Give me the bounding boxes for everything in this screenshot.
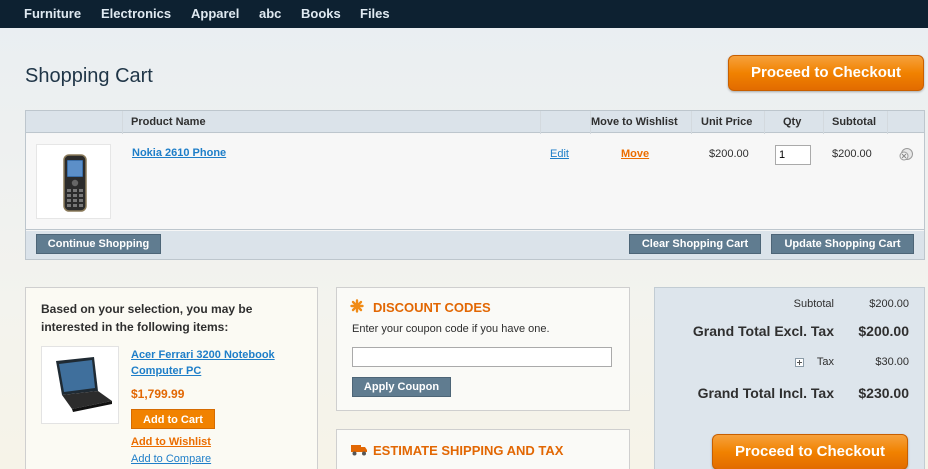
remove-item-icon[interactable] [898, 146, 914, 165]
grand-total-excl-tax-value: $200.00 [858, 323, 909, 339]
discount-codes-title: DISCOUNT CODES [373, 300, 491, 315]
estimate-shipping-box: ESTIMATE SHIPPING AND TAX [336, 429, 630, 469]
subtotal-label: Subtotal [793, 298, 834, 310]
nav-item-apparel[interactable]: Apparel [191, 6, 239, 21]
proceed-to-checkout-bottom-button[interactable]: Proceed to Checkout [712, 434, 908, 469]
nav-item-abc[interactable]: abc [259, 6, 281, 21]
cart-actions-bar: Continue Shopping Clear Shopping Cart Up… [26, 231, 924, 259]
move-to-wishlist-link[interactable]: Move [621, 148, 649, 160]
coupon-prompt: Enter your coupon code if you have one. [352, 323, 550, 335]
page-title: Shopping Cart [25, 65, 153, 87]
add-to-cart-button[interactable]: Add to Cart [131, 409, 215, 429]
crosssell-product-name[interactable]: Acer Ferrari 3200 Notebook Computer PC [131, 349, 275, 377]
qty-input[interactable] [775, 145, 811, 165]
unit-price: $200.00 [709, 148, 749, 160]
column-header-qty: Qty [783, 116, 802, 128]
crosssell-heading: Based on your selection, you may be inte… [41, 302, 253, 334]
item-subtotal: $200.00 [832, 148, 872, 160]
truck-icon [350, 443, 368, 460]
column-header-unit-price: Unit Price [701, 116, 753, 128]
column-header-subtotal: Subtotal [832, 116, 876, 128]
grand-total-excl-tax-label: Grand Total Excl. Tax [692, 323, 834, 339]
crosssell-product-image[interactable] [41, 346, 119, 424]
subtotal-value: $200.00 [869, 298, 909, 310]
crosssell-product-name-link[interactable]: Acer Ferrari 3200 Notebook Computer PC [131, 347, 301, 379]
edit-item-link[interactable]: Edit [550, 148, 569, 160]
add-to-wishlist-link[interactable]: Add to Wishlist [131, 436, 211, 448]
cart-table: Product Name Move to Wishlist Unit Price… [25, 110, 925, 260]
coupon-code-input[interactable] [352, 347, 612, 367]
tax-label: Tax [816, 356, 834, 368]
clear-shopping-cart-button[interactable]: Clear Shopping Cart [629, 234, 761, 254]
cart-item-row: Nokia 2610 Phone Edit Move $200.00 $200.… [26, 134, 924, 230]
update-shopping-cart-button[interactable]: Update Shopping Cart [771, 234, 914, 254]
product-thumbnail[interactable] [36, 144, 111, 219]
nav-item-furniture[interactable]: Furniture [24, 6, 81, 21]
crosssell-product-price: $1,799.99 [131, 387, 185, 401]
top-nav: Furniture Electronics Apparel abc Books … [0, 0, 928, 28]
proceed-to-checkout-button[interactable]: Proceed to Checkout [728, 55, 924, 91]
apply-coupon-button[interactable]: Apply Coupon [352, 377, 451, 397]
nav-item-books[interactable]: Books [301, 6, 341, 21]
nav-item-files[interactable]: Files [360, 6, 390, 21]
cart-table-header: Product Name Move to Wishlist Unit Price… [26, 111, 924, 133]
crosssell-box: Based on your selection, you may be inte… [25, 287, 318, 469]
nav-item-electronics[interactable]: Electronics [101, 6, 171, 21]
continue-shopping-button[interactable]: Continue Shopping [36, 234, 161, 254]
phone-image [63, 154, 87, 212]
column-header-wishlist: Move to Wishlist [591, 116, 678, 128]
product-name-link[interactable]: Nokia 2610 Phone [132, 147, 226, 159]
add-to-compare-link[interactable]: Add to Compare [131, 453, 211, 465]
grand-total-incl-tax-value: $230.00 [858, 385, 909, 401]
tax-expand-icon[interactable] [795, 358, 804, 367]
tax-value: $30.00 [875, 356, 909, 368]
laptop-image [56, 357, 112, 412]
column-header-product: Product Name [131, 116, 206, 128]
grand-total-incl-tax-label: Grand Total Incl. Tax [697, 385, 834, 401]
discount-codes-box: DISCOUNT CODES Enter your coupon code if… [336, 287, 630, 411]
estimate-shipping-title: ESTIMATE SHIPPING AND TAX [373, 443, 564, 458]
discount-icon [350, 299, 364, 316]
